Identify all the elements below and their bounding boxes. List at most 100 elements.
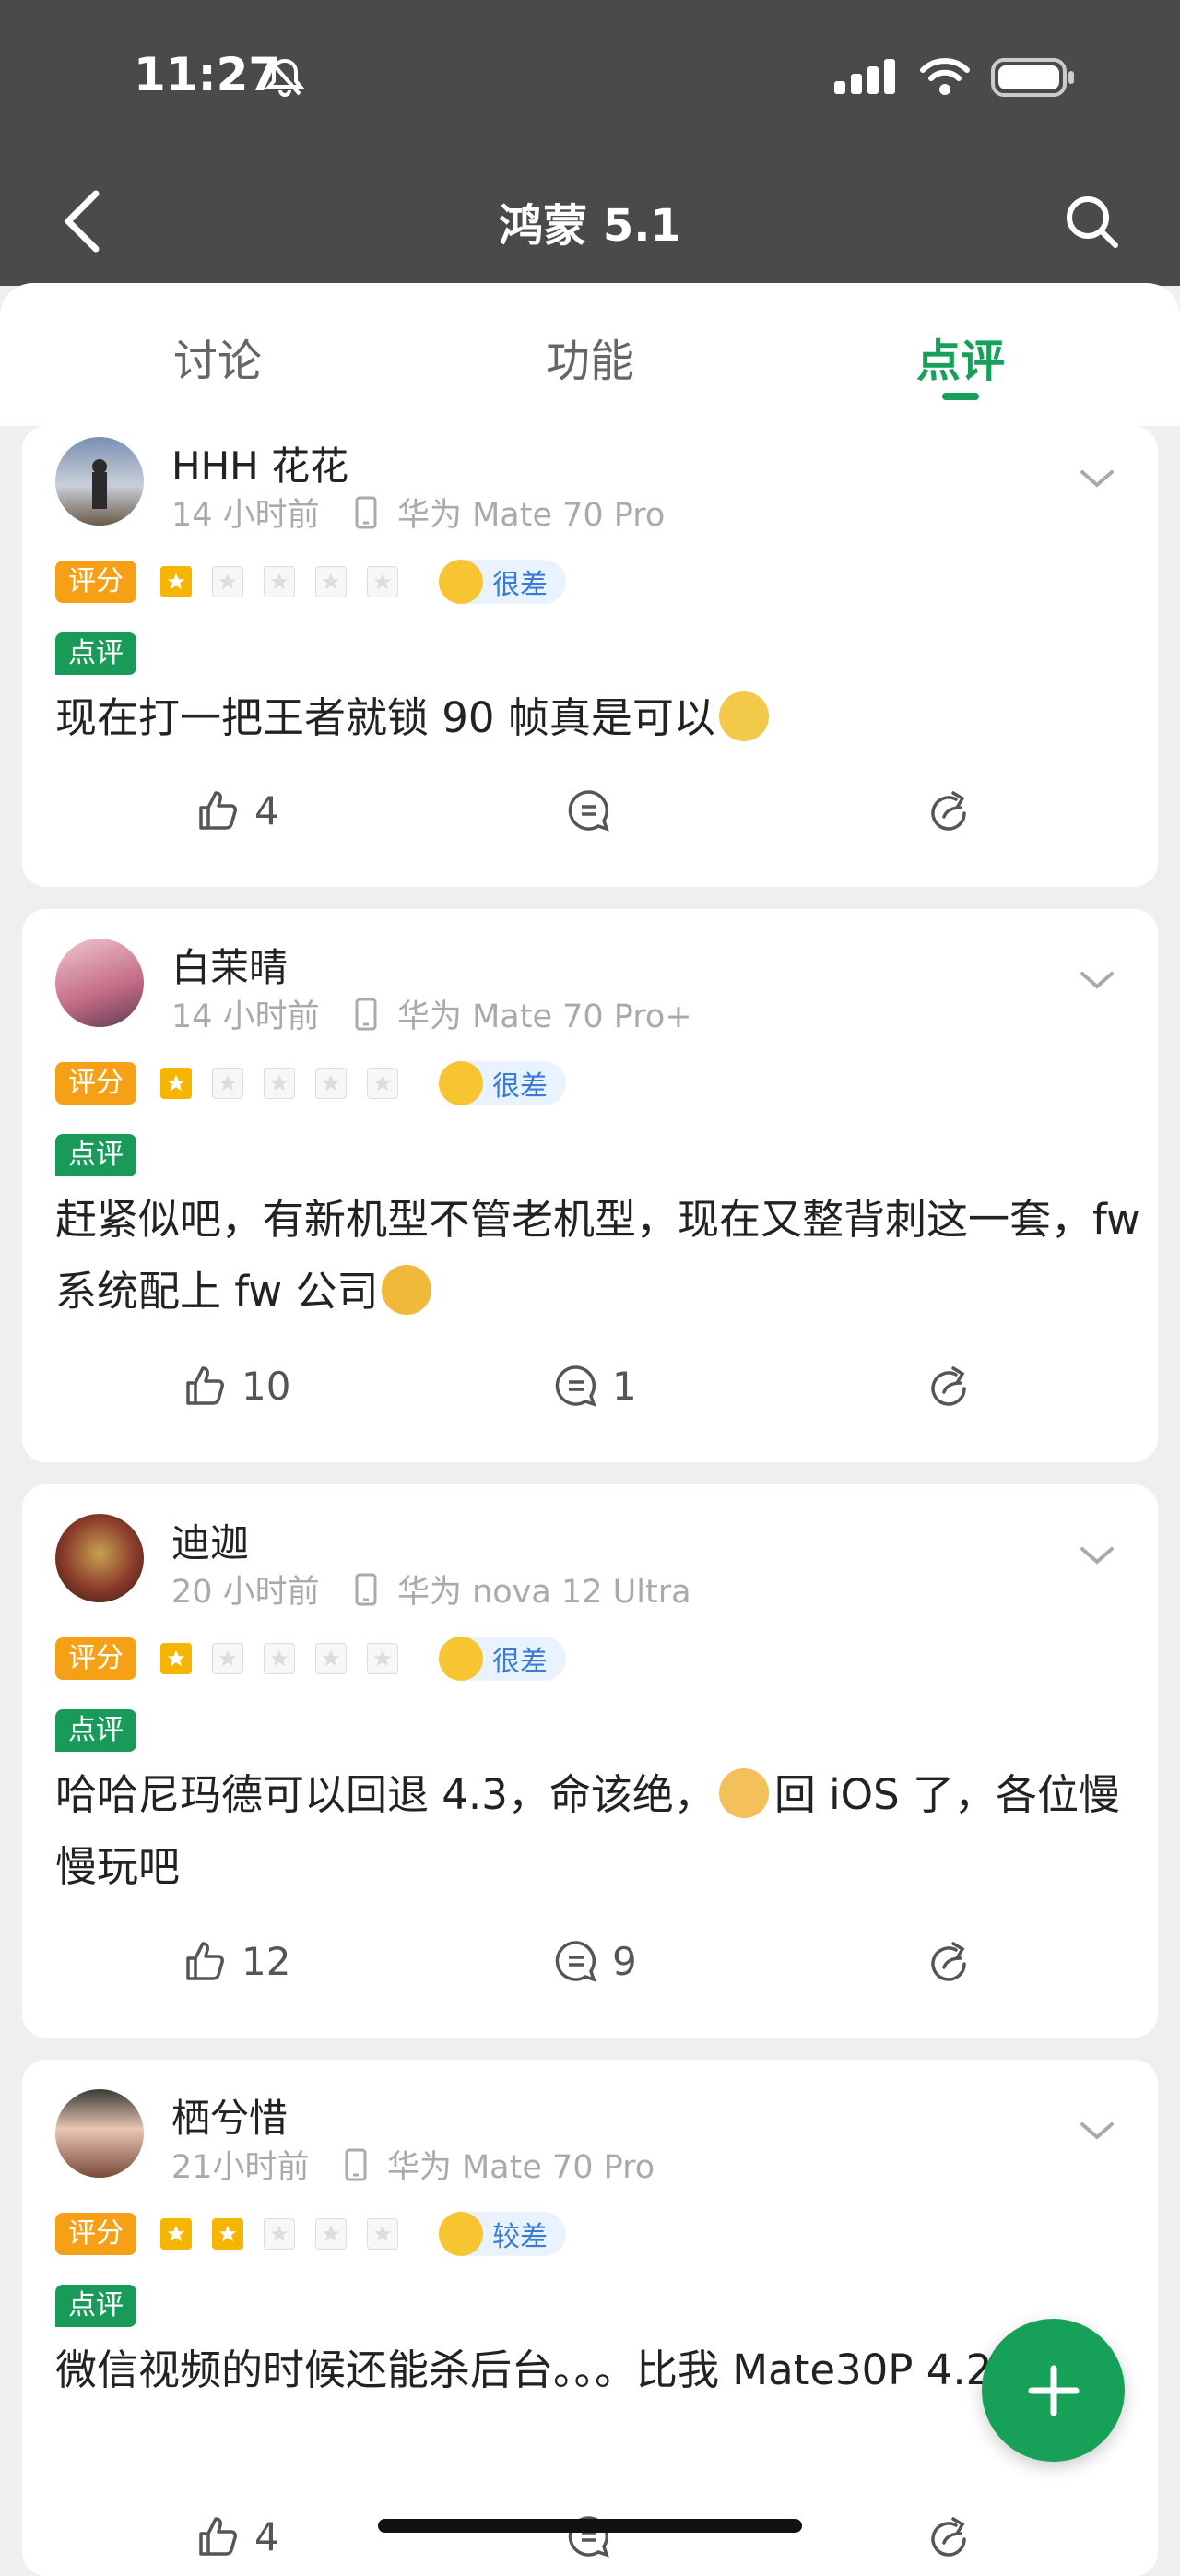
search-icon[interactable] bbox=[1060, 190, 1125, 254]
rating-tag: 很差 bbox=[439, 1061, 566, 1105]
angry-face-icon bbox=[439, 560, 483, 604]
comment-count: 1 bbox=[612, 1363, 637, 1409]
share-button[interactable] bbox=[926, 2513, 974, 2561]
tab-discussion[interactable]: 讨论 bbox=[116, 325, 319, 389]
share-icon bbox=[931, 1942, 966, 1981]
star-rating bbox=[160, 2213, 398, 2255]
chevron-down-icon[interactable] bbox=[1079, 468, 1115, 490]
star-filled-icon bbox=[160, 1643, 192, 1674]
star-filled-icon bbox=[160, 566, 192, 597]
like-button[interactable]: 4 bbox=[195, 787, 279, 833]
share-icon bbox=[931, 2517, 966, 2557]
star-empty-icon bbox=[315, 566, 347, 597]
avatar[interactable] bbox=[55, 939, 144, 1027]
review-card: 白茉晴 14 小时前 华为 Mate 70 Pro+ 评分 很差 点评 赶紧似吧… bbox=[22, 909, 1158, 1462]
mute-bell-icon bbox=[266, 58, 304, 97]
add-review-button[interactable] bbox=[982, 2319, 1125, 2462]
star-empty-icon bbox=[212, 1643, 243, 1674]
thumbs-up-icon bbox=[186, 1942, 224, 1980]
share-button[interactable] bbox=[926, 1363, 974, 1411]
active-tab-indicator bbox=[942, 393, 979, 400]
comment-button[interactable]: 9 bbox=[553, 1938, 637, 1984]
action-bar: 4 bbox=[22, 787, 1158, 843]
username[interactable]: 白茉晴 bbox=[171, 937, 288, 993]
chevron-down-icon[interactable] bbox=[1079, 2121, 1115, 2143]
review-text-part-1: 哈哈尼玛德可以回退 4.3，命该绝， bbox=[55, 1770, 715, 1819]
tab-features[interactable]: 功能 bbox=[489, 325, 691, 389]
rating-text: 较差 bbox=[492, 2221, 548, 2253]
phone-icon bbox=[355, 1573, 377, 1606]
review-badge: 点评 bbox=[55, 2285, 136, 2327]
rating-tag: 较差 bbox=[439, 2212, 566, 2256]
review-card: 栖兮惜 21小时前 华为 Mate 70 Pro 评分 较差 点评 微信视频的时… bbox=[22, 2060, 1158, 2576]
like-button[interactable]: 12 bbox=[183, 1938, 290, 1984]
chevron-down-icon[interactable] bbox=[1079, 1545, 1115, 1567]
home-indicator[interactable] bbox=[378, 2519, 802, 2533]
action-bar: 12 9 bbox=[22, 1938, 1158, 1993]
username[interactable]: 栖兮惜 bbox=[171, 2087, 288, 2144]
device-name: 华为 Mate 70 Pro bbox=[396, 497, 666, 534]
review-text: 现在打一把王者就锁 90 帧真是可以 bbox=[55, 693, 715, 742]
review-content[interactable]: 现在打一把王者就锁 90 帧真是可以 bbox=[55, 682, 1143, 754]
review-badge: 点评 bbox=[55, 632, 136, 675]
review-text: 微信视频的时候还能杀后台。。。比我 Mate30P 4.2 还拉 bbox=[55, 2346, 1089, 2394]
phone-icon bbox=[355, 998, 377, 1031]
status-bar: 11:27 bbox=[0, 0, 1180, 161]
device-name: 华为 Mate 70 Pro+ bbox=[396, 998, 692, 1035]
plus-icon bbox=[1028, 2365, 1079, 2416]
like-count: 4 bbox=[254, 2513, 279, 2559]
chevron-down-icon[interactable] bbox=[1079, 970, 1115, 992]
review-meta: 14 小时前 华为 Mate 70 Pro bbox=[171, 489, 665, 536]
tab-bar: 讨论 功能 点评 bbox=[0, 283, 1180, 426]
star-rating bbox=[160, 1062, 398, 1105]
review-card: HHH 花花 14 小时前 华为 Mate 70 Pro 评分 很差 点评 现在… bbox=[22, 426, 1158, 887]
comment-button[interactable] bbox=[566, 787, 625, 833]
star-empty-icon bbox=[264, 1643, 295, 1674]
avatar[interactable] bbox=[55, 2089, 144, 2178]
grinning-face-emoji-icon bbox=[382, 1265, 432, 1315]
star-empty-icon bbox=[367, 1068, 398, 1099]
star-empty-icon bbox=[264, 2218, 295, 2250]
rating-text: 很差 bbox=[492, 569, 548, 601]
review-content[interactable]: 赶紧似吧，有新机型不管老机型，现在又整背刺这一套，fw 系统配上 fw 公司 bbox=[55, 1184, 1143, 1328]
thumbs-up-icon bbox=[186, 1366, 224, 1405]
review-meta: 21小时前 华为 Mate 70 Pro bbox=[171, 2141, 655, 2188]
like-button[interactable]: 10 bbox=[183, 1363, 290, 1409]
thumbs-up-icon bbox=[199, 791, 237, 830]
share-button[interactable] bbox=[926, 787, 974, 835]
star-filled-icon bbox=[212, 2218, 243, 2250]
comment-icon bbox=[555, 1365, 596, 1407]
avatar[interactable] bbox=[55, 1514, 144, 1602]
review-time: 14 小时前 bbox=[171, 497, 320, 534]
old-man-emoji-icon bbox=[718, 1768, 769, 1818]
like-count: 10 bbox=[242, 1363, 291, 1409]
rating-text: 很差 bbox=[492, 1070, 548, 1103]
review-badge: 点评 bbox=[55, 1134, 136, 1176]
star-empty-icon bbox=[315, 1068, 347, 1099]
share-button[interactable] bbox=[926, 1938, 974, 1986]
star-empty-icon bbox=[315, 2218, 347, 2250]
star-rating bbox=[160, 1637, 398, 1680]
comment-button[interactable]: 1 bbox=[553, 1363, 637, 1409]
wifi-icon bbox=[920, 58, 970, 95]
star-filled-icon bbox=[160, 2218, 192, 2250]
star-rating bbox=[160, 561, 398, 603]
star-empty-icon bbox=[264, 566, 295, 597]
review-content[interactable]: 微信视频的时候还能杀后台。。。比我 Mate30P 4.2 还拉 bbox=[55, 2334, 1143, 2406]
username[interactable]: 迪迦 bbox=[171, 1512, 249, 1568]
star-empty-icon bbox=[212, 566, 243, 597]
share-icon bbox=[931, 1366, 966, 1406]
avatar[interactable] bbox=[55, 437, 144, 526]
action-bar: 10 1 bbox=[22, 1363, 1158, 1418]
tab-reviews[interactable]: 点评 bbox=[859, 325, 1062, 389]
like-count: 4 bbox=[254, 787, 279, 833]
rating-text: 很差 bbox=[492, 1646, 548, 1678]
angry-face-icon bbox=[439, 1061, 483, 1105]
phone-icon bbox=[345, 2148, 367, 2181]
score-badge: 评分 bbox=[55, 1062, 136, 1105]
review-content[interactable]: 哈哈尼玛德可以回退 4.3，命该绝，回 iOS 了，各位慢慢玩吧 bbox=[55, 1759, 1143, 1903]
cellular-signal-icon bbox=[834, 59, 895, 94]
like-button[interactable]: 4 bbox=[195, 2513, 279, 2559]
comment-icon bbox=[555, 1941, 596, 1982]
username[interactable]: HHH 花花 bbox=[171, 435, 348, 491]
